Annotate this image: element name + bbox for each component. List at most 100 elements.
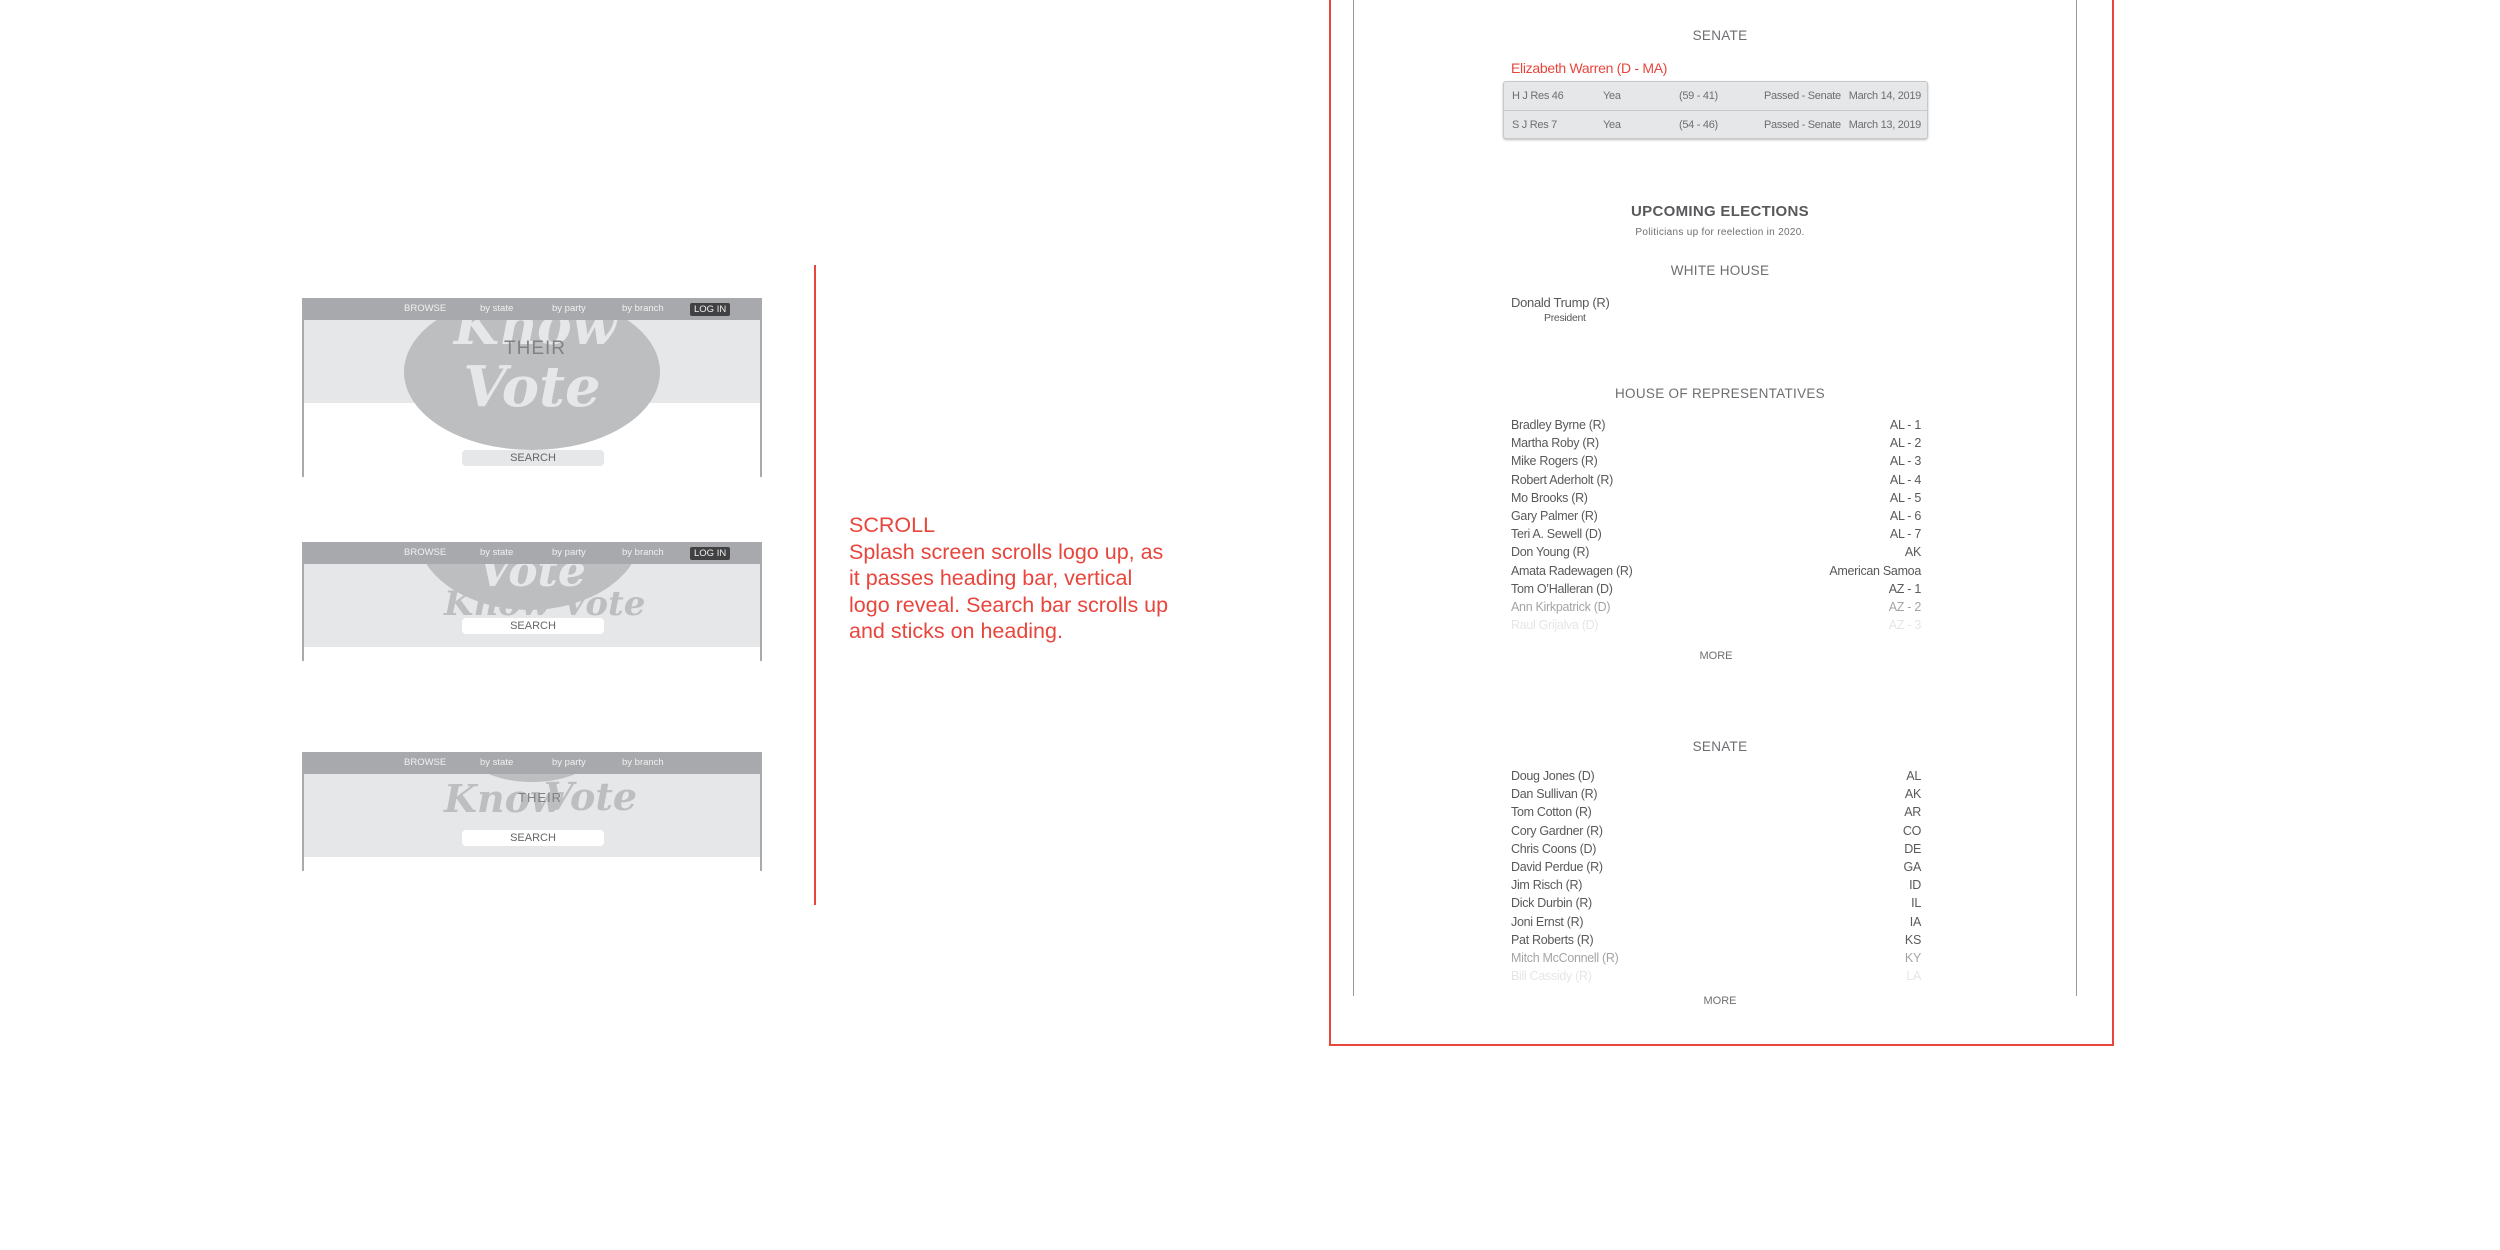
login-button[interactable]: LOG IN bbox=[690, 547, 731, 560]
house-list-item[interactable]: Gary Palmer (R) AL - 6 bbox=[1511, 509, 1921, 527]
politician-name: David Perdue (R) bbox=[1511, 860, 1603, 874]
vote-tally: (59 - 41) bbox=[1679, 90, 1718, 102]
senate-list-item[interactable]: Mitch McConnell (R) KY bbox=[1511, 951, 1921, 969]
nav-browse[interactable]: BROWSE bbox=[404, 303, 446, 314]
president-role: President bbox=[1544, 312, 1586, 324]
senate-list-item[interactable]: Doug Jones (D) AL bbox=[1511, 769, 1921, 787]
politician-district: AL - 5 bbox=[1889, 490, 1921, 505]
nav-by-state[interactable]: by state bbox=[480, 547, 513, 558]
house-list-item[interactable]: Don Young (R) AK bbox=[1511, 545, 1921, 563]
wireframe-splash: BROWSE by state by party by branch LOG I… bbox=[302, 298, 762, 477]
president-name[interactable]: Donald Trump (R) bbox=[1511, 295, 1610, 310]
senate-list-item[interactable]: Tom Cotton (R) AR bbox=[1511, 805, 1921, 823]
politician-district: AZ - 2 bbox=[1888, 600, 1922, 614]
nav-by-party[interactable]: by party bbox=[552, 757, 586, 768]
nav-bar: BROWSE by state by party by branch LOG I… bbox=[304, 542, 760, 564]
politician-name: Mike Rogers (R) bbox=[1511, 454, 1598, 469]
politician-name: Ann Kirkpatrick (D) bbox=[1511, 600, 1611, 614]
senate-list-item[interactable]: David Perdue (R) GA bbox=[1511, 860, 1921, 878]
politician-name: Tom Cotton (R) bbox=[1511, 805, 1592, 820]
house-list-item[interactable]: Mo Brooks (R) AL - 5 bbox=[1511, 491, 1921, 509]
senate-list-item[interactable]: Bill Cassidy (R) LA bbox=[1511, 969, 1921, 987]
nav-by-branch[interactable]: by branch bbox=[622, 757, 664, 768]
senator-name[interactable]: Elizabeth Warren (D - MA) bbox=[1511, 60, 1667, 76]
nav-by-party[interactable]: by party bbox=[552, 303, 586, 314]
house-list-item[interactable]: Martha Roby (R) AL - 2 bbox=[1511, 436, 1921, 454]
page-edge-left bbox=[1353, 0, 1354, 996]
politician-district: AL bbox=[1906, 769, 1921, 783]
vote-date: March 14, 2019 bbox=[1848, 90, 1922, 102]
logo-vote: Vote bbox=[463, 354, 601, 420]
nav-bar: BROWSE by state by party by branch LOG I… bbox=[304, 298, 760, 320]
vote-tally: (54 - 46) bbox=[1679, 119, 1718, 131]
politician-district: American Samoa bbox=[1829, 563, 1921, 578]
house-list-item[interactable]: Bradley Byrne (R) AL - 1 bbox=[1511, 418, 1921, 436]
politician-district: IA bbox=[1909, 914, 1922, 929]
politician-district: IL bbox=[1911, 896, 1921, 911]
politician-district: DE bbox=[1904, 841, 1921, 856]
senate-list-item[interactable]: Dan Sullivan (R) AK bbox=[1511, 787, 1921, 805]
wireframe-scroll-mid: BROWSE by state by party by branch LOG I… bbox=[302, 542, 762, 661]
politician-district: AL - 4 bbox=[1889, 472, 1921, 487]
vote-status: Passed - Senate bbox=[1764, 90, 1841, 102]
vote-vote: Yea bbox=[1603, 90, 1621, 102]
politician-district: AR bbox=[1904, 805, 1921, 820]
politician-name: Teri A. Sewell (D) bbox=[1511, 527, 1602, 542]
senate-votes-heading: SENATE bbox=[1692, 28, 1748, 43]
search-bar[interactable]: SEARCH bbox=[462, 618, 604, 634]
house-list-item[interactable]: Teri A. Sewell (D) AL - 7 bbox=[1511, 527, 1921, 545]
nav-by-state[interactable]: by state bbox=[480, 757, 513, 768]
votes-table: H J Res 46 Yea (59 - 41) Passed - Senate Mar… bbox=[1503, 81, 1928, 139]
politician-name: Dan Sullivan (R) bbox=[1511, 787, 1598, 802]
politician-district: LA bbox=[1906, 969, 1921, 984]
senate-more-button[interactable]: MORE bbox=[1680, 995, 1760, 1007]
politician-district: AL - 7 bbox=[1889, 527, 1921, 542]
logo-their: THEIR bbox=[504, 338, 566, 359]
nav-by-party[interactable]: by party bbox=[552, 547, 586, 558]
politician-name: Don Young (R) bbox=[1511, 545, 1590, 560]
nav-by-branch[interactable]: by branch bbox=[622, 547, 664, 558]
nav-browse[interactable]: BROWSE bbox=[404, 547, 446, 558]
politician-district: KY bbox=[1904, 951, 1921, 965]
politician-name: Raul Grijalva (D) bbox=[1511, 618, 1599, 633]
house-more-button[interactable]: MORE bbox=[1676, 650, 1756, 662]
vote-date: March 13, 2019 bbox=[1848, 119, 1922, 131]
politician-district: ID bbox=[1909, 878, 1921, 893]
page-edge-right bbox=[2076, 0, 2077, 996]
nav-browse[interactable]: BROWSE bbox=[404, 757, 446, 768]
nav-by-branch[interactable]: by branch bbox=[622, 303, 664, 314]
vote-vote: Yea bbox=[1603, 119, 1621, 131]
politician-name: Bradley Byrne (R) bbox=[1511, 418, 1606, 432]
senate-list-item[interactable]: Dick Durbin (R) IL bbox=[1511, 896, 1921, 914]
login-button[interactable]: LOG IN bbox=[690, 303, 731, 316]
senate-list-item[interactable]: Chris Coons (D) DE bbox=[1511, 842, 1921, 860]
vote-row[interactable]: S J Res 7 Yea (54 - 46) Passed - Senate Marc… bbox=[1504, 110, 1927, 139]
senate-list-item[interactable]: Jim Risch (R) ID bbox=[1511, 878, 1921, 896]
upcoming-elections-title: UPCOMING ELECTIONS bbox=[1631, 203, 1809, 220]
house-list-item[interactable]: Raul Grijalva (D) AZ - 3 bbox=[1511, 618, 1921, 636]
senate-list-item[interactable]: Joni Ernst (R) IA bbox=[1511, 915, 1921, 933]
politician-district: GA bbox=[1903, 860, 1922, 874]
senate-list-item[interactable]: Cory Gardner (R) CO bbox=[1511, 824, 1921, 842]
nav-by-state[interactable]: by state bbox=[480, 303, 513, 314]
nav-bar: BROWSE by state by party by branch bbox=[304, 752, 760, 774]
vote-bill: H J Res 46 bbox=[1512, 90, 1564, 102]
house-list-item[interactable]: Tom O’Halleran (D) AZ - 1 bbox=[1511, 582, 1921, 600]
annotation-title: SCROLL bbox=[849, 513, 936, 537]
house-list-item[interactable]: Robert Aderholt (R) AL - 4 bbox=[1511, 473, 1921, 491]
politician-district: AL - 1 bbox=[1889, 418, 1921, 432]
logo-their: THEIR bbox=[518, 790, 562, 805]
vote-row[interactable]: H J Res 46 Yea (59 - 41) Passed - Senate Mar… bbox=[1504, 82, 1927, 110]
vote-bill: S J Res 7 bbox=[1512, 119, 1557, 131]
house-list-item[interactable]: Mike Rogers (R) AL - 3 bbox=[1511, 454, 1921, 472]
senate-list-item[interactable]: Pat Roberts (R) KS bbox=[1511, 933, 1921, 951]
house-list-item[interactable]: Amata Radewagen (R) American Samoa bbox=[1511, 564, 1921, 582]
politician-name: Jim Risch (R) bbox=[1511, 878, 1583, 893]
house-list-item[interactable]: Ann Kirkpatrick (D) AZ - 2 bbox=[1511, 600, 1921, 618]
politician-name: Pat Roberts (R) bbox=[1511, 932, 1594, 947]
politician-district: CO bbox=[1902, 823, 1921, 838]
politician-name: Cory Gardner (R) bbox=[1511, 823, 1603, 838]
politician-district: AL - 2 bbox=[1889, 436, 1921, 451]
search-bar[interactable]: SEARCH bbox=[462, 830, 604, 846]
search-bar[interactable]: SEARCH bbox=[462, 450, 604, 466]
